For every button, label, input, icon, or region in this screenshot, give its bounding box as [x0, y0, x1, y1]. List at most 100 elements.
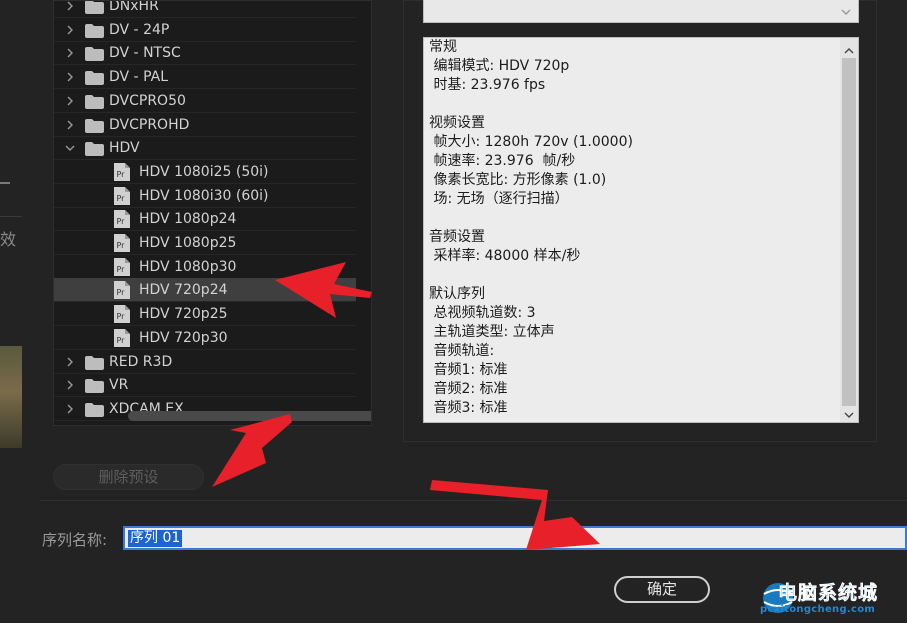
chevron-right-icon[interactable]	[63, 1, 77, 12]
svg-text:Pr: Pr	[117, 265, 126, 274]
tree-item-label: HDV 1080p24	[139, 211, 237, 228]
tree-item-label: HDV 720p30	[139, 329, 228, 346]
tree-folder-item[interactable]: DNxHR	[54, 0, 356, 18]
folder-icon	[85, 141, 104, 157]
tree-folder-item[interactable]: DV - 24P	[54, 18, 356, 42]
tree-preset-item[interactable]: Pr HDV 720p30	[54, 326, 356, 350]
description-line: 视频设置	[429, 115, 485, 131]
description-line: 音频1: 标准	[429, 362, 508, 378]
folder-icon	[85, 355, 104, 370]
description-line	[429, 95, 841, 114]
description-line: 主轨道类型: 立体声	[429, 324, 555, 340]
tree-item-label: HDV 1080p25	[139, 235, 237, 251]
svg-text:Pr: Pr	[117, 288, 126, 297]
tree-preset-item[interactable]: Pr HDV 1080p24	[54, 207, 356, 232]
chevron-up-icon[interactable]	[843, 42, 855, 54]
tree-preset-item[interactable]: Pr HDV 720p25	[54, 302, 356, 327]
panel-tick	[0, 182, 10, 184]
tree-item-label: DV - NTSC	[109, 45, 181, 62]
folder-icon	[85, 46, 104, 62]
folder-icon	[85, 23, 104, 38]
watermark-text: 电脑系统城	[778, 582, 879, 605]
tree-folder-item[interactable]: RED R3D	[54, 350, 356, 374]
description-line: 音频设置	[429, 229, 485, 245]
tree-item-label: HDV 1080i30 (60i)	[139, 187, 269, 204]
svg-text:Pr: Pr	[117, 217, 126, 226]
description-line: 音频2: 标准	[429, 381, 508, 397]
svg-text:Pr: Pr	[117, 336, 126, 345]
tree-item-label: RED R3D	[109, 353, 173, 370]
tree-folder-item[interactable]: DVCPRO50	[54, 89, 356, 113]
ok-button[interactable]: 确定	[614, 576, 710, 603]
tree-item-label: DVCPROHD	[109, 116, 190, 133]
preset-description: 常规 编辑模式: HDV 720p 时基: 23.976 fps 视频设置 帧大小…	[423, 37, 859, 423]
tree-item-label: HDV 720p24	[139, 282, 228, 299]
tree-folder-item[interactable]: DVCPROHD	[54, 113, 356, 137]
description-line: 场: 无场（逐行扫描）	[429, 191, 569, 207]
preset-tree-horizontal-scrollbar[interactable]	[128, 411, 371, 421]
premiere-preset-icon: Pr	[114, 186, 130, 205]
sequence-name-input[interactable]: 序列 01	[123, 526, 907, 550]
chevron-right-icon[interactable]	[63, 377, 77, 391]
premiere-preset-icon: Pr	[114, 281, 130, 300]
chevron-right-icon[interactable]	[63, 401, 77, 415]
left-side-panel: 效	[0, 0, 22, 623]
folder-icon	[85, 1, 104, 14]
tree-item-label: VR	[109, 377, 129, 394]
tree-item-label: HDV	[109, 140, 140, 157]
premiere-preset-icon: Pr	[114, 162, 130, 181]
tree-item-label: HDV 720p25	[139, 306, 228, 323]
description-line: 像素长宽比: 方形像素 (1.0)	[429, 172, 607, 188]
chevron-right-icon[interactable]	[63, 45, 77, 59]
sequence-name-value: 序列 01	[128, 530, 183, 547]
description-scrollbar[interactable]	[840, 38, 858, 422]
tree-folder-item[interactable]: DV - PAL	[54, 65, 356, 90]
preset-info-box[interactable]	[423, 0, 859, 23]
chevron-right-icon[interactable]	[63, 93, 77, 107]
watermark-logo: 电脑系统城 pcxitongcheng.com	[758, 576, 907, 623]
folder-icon	[85, 70, 104, 86]
chevron-down-icon[interactable]	[843, 406, 855, 418]
folder-icon	[85, 378, 104, 394]
chevron-right-icon[interactable]	[63, 69, 77, 83]
chevron-right-icon[interactable]	[63, 354, 77, 368]
chevron-right-icon[interactable]	[63, 117, 77, 131]
tree-preset-item[interactable]: Pr HDV 1080i30 (60i)	[54, 184, 356, 208]
description-line: 帧速率: 23.976 帧/秒	[429, 153, 576, 169]
svg-text:Pr: Pr	[117, 194, 126, 203]
description-line: 音频轨道:	[429, 343, 495, 359]
description-line: 默认序列	[429, 286, 485, 302]
folder-icon	[85, 94, 104, 109]
tree-folder-item[interactable]: DV - NTSC	[54, 41, 356, 66]
clip-thumbnail[interactable]	[0, 346, 22, 448]
description-line: 常规	[429, 39, 457, 55]
delete-preset-button[interactable]: 删除预设	[53, 464, 204, 490]
tree-preset-item[interactable]: Pr HDV 1080p25	[54, 231, 356, 255]
tree-preset-item[interactable]: Pr HDV 1080p30	[54, 255, 356, 279]
tree-item-label: DNxHR	[109, 0, 159, 14]
chevron-down-icon[interactable]	[63, 140, 77, 154]
tree-item-label: DVCPRO50	[109, 92, 186, 109]
scrollbar-thumb[interactable]	[842, 58, 856, 406]
tree-item-label: HDV 1080i25 (50i)	[139, 163, 269, 180]
tree-preset-item[interactable]: Pr HDV 1080i25 (50i)	[54, 160, 356, 184]
divider	[40, 500, 907, 501]
folder-icon	[85, 402, 104, 417]
svg-text:Pr: Pr	[117, 312, 126, 321]
description-line: 编辑模式: HDV 720p	[429, 58, 570, 74]
tree-folder-item[interactable]: HDV	[54, 136, 356, 161]
tree-item-label: HDV 1080p30	[139, 258, 237, 275]
chevron-down-icon[interactable]	[840, 3, 852, 15]
tree-preset-item[interactable]: Pr HDV 720p24	[54, 278, 356, 303]
preset-tree[interactable]: DNxHR DV - 24P DV - NTSC DV - PAL DVCPRO50 DV…	[53, 0, 372, 426]
chevron-right-icon[interactable]	[63, 22, 77, 36]
folder-icon	[85, 118, 104, 133]
description-line: 总视频轨道数: 3	[429, 305, 536, 321]
description-line: 音频3: 标准	[429, 400, 508, 416]
svg-text:Pr: Pr	[117, 170, 126, 179]
premiere-preset-icon: Pr	[114, 210, 130, 229]
description-line	[429, 209, 841, 228]
description-line: 时基: 23.976 fps	[429, 77, 546, 93]
watermark-url: pcxitongcheng.com	[760, 604, 876, 615]
tree-folder-item[interactable]: VR	[54, 373, 356, 398]
